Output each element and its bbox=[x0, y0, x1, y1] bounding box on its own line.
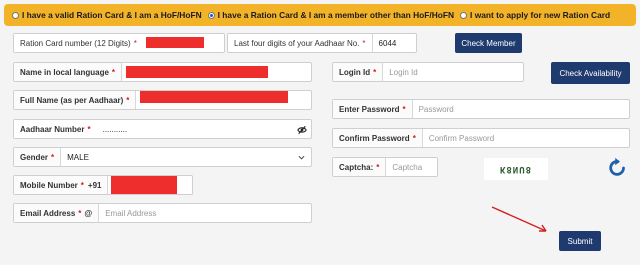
aadhaar-number-input[interactable]: ........... bbox=[97, 120, 311, 138]
option-member-other[interactable]: I have a Ration Card & I am a member oth… bbox=[207, 10, 455, 20]
mobile-number-field[interactable]: Mobile Number * +91 bbox=[13, 175, 193, 195]
name-local-language-label: Name in local language * bbox=[14, 63, 123, 81]
gender-value[interactable]: MALE bbox=[61, 148, 311, 166]
aadhaar-last-four-label: Last four digits of your Aadhaar No. * bbox=[228, 34, 373, 52]
full-name-input[interactable] bbox=[136, 91, 311, 109]
captcha-image: K8NU8 bbox=[484, 158, 548, 180]
refresh-icon[interactable] bbox=[607, 157, 629, 179]
option-new-card[interactable]: I want to apply for new Ration Card bbox=[460, 10, 610, 20]
aadhaar-number-label: Aadhaar Number * bbox=[14, 120, 97, 138]
redaction-bar bbox=[140, 91, 289, 103]
redaction-bar bbox=[126, 66, 269, 78]
confirm-password-label: Confirm Password * bbox=[333, 129, 423, 147]
ration-card-number-field[interactable]: Ration Card number (12 Digits) * bbox=[13, 33, 225, 53]
full-name-field[interactable]: Full Name (as per Aadhaar) * bbox=[13, 90, 312, 110]
at-icon: @ bbox=[84, 208, 93, 218]
aadhaar-number-field[interactable]: Aadhaar Number * ........... bbox=[13, 119, 312, 139]
radio-button[interactable] bbox=[460, 11, 468, 19]
password-field[interactable]: Enter Password * Password bbox=[332, 99, 630, 119]
check-member-button[interactable]: Check Member bbox=[455, 33, 522, 53]
aadhaar-last-four-field[interactable]: Last four digits of your Aadhaar No. * 60… bbox=[227, 33, 417, 53]
check-availability-button[interactable]: Check Availability bbox=[551, 62, 630, 84]
mobile-number-input[interactable] bbox=[108, 176, 192, 194]
captcha-label: Captcha: * bbox=[333, 158, 387, 176]
gender-select[interactable]: Gender * MALE bbox=[13, 147, 312, 167]
name-local-language-input[interactable] bbox=[122, 63, 311, 81]
eye-slash-icon[interactable] bbox=[297, 125, 307, 135]
confirm-password-input[interactable]: Confirm Password bbox=[423, 129, 629, 147]
option-valid-hof[interactable]: I have a valid Ration Card & I am a HoF/… bbox=[12, 10, 202, 20]
email-address-input[interactable]: Email Address bbox=[99, 204, 311, 222]
email-address-field[interactable]: Email Address * @ Email Address bbox=[13, 203, 312, 223]
captcha-field[interactable]: Captcha: * Captcha bbox=[332, 157, 438, 177]
redaction-bar bbox=[145, 37, 204, 48]
radio-button[interactable] bbox=[12, 11, 19, 19]
password-input[interactable]: Password bbox=[413, 100, 629, 118]
captcha-input[interactable]: Captcha bbox=[386, 158, 437, 176]
password-label: Enter Password * bbox=[333, 100, 413, 118]
submit-button[interactable]: Submit bbox=[559, 231, 601, 251]
aadhaar-last-four-input[interactable]: 6044 bbox=[373, 34, 416, 52]
option-label: I have a Ration Card & I am a member oth… bbox=[217, 10, 455, 20]
login-id-label: Login Id * bbox=[333, 63, 384, 81]
confirm-password-field[interactable]: Confirm Password * Confirm Password bbox=[332, 128, 630, 148]
ration-card-input[interactable] bbox=[143, 34, 224, 52]
login-id-field[interactable]: Login Id * Login Id bbox=[332, 62, 524, 82]
mobile-number-label: Mobile Number * +91 bbox=[14, 176, 109, 194]
ration-card-option-bar: I have a valid Ration Card & I am a HoF/… bbox=[4, 4, 636, 26]
redaction-bar bbox=[111, 176, 178, 194]
full-name-label: Full Name (as per Aadhaar) * bbox=[14, 91, 137, 109]
email-address-label: Email Address * @ bbox=[14, 204, 100, 222]
option-label: I have a valid Ration Card & I am a HoF/… bbox=[22, 10, 202, 20]
chevron-down-icon bbox=[298, 155, 305, 160]
login-id-input[interactable]: Login Id bbox=[383, 63, 523, 81]
ration-card-label: Ration Card number (12 Digits) * bbox=[14, 34, 143, 52]
gender-label: Gender * bbox=[14, 148, 62, 166]
option-label: I want to apply for new Ration Card bbox=[470, 10, 611, 20]
radio-button-checked[interactable] bbox=[207, 11, 215, 19]
name-local-language-field[interactable]: Name in local language * bbox=[13, 62, 312, 82]
arrow-icon bbox=[491, 206, 547, 232]
